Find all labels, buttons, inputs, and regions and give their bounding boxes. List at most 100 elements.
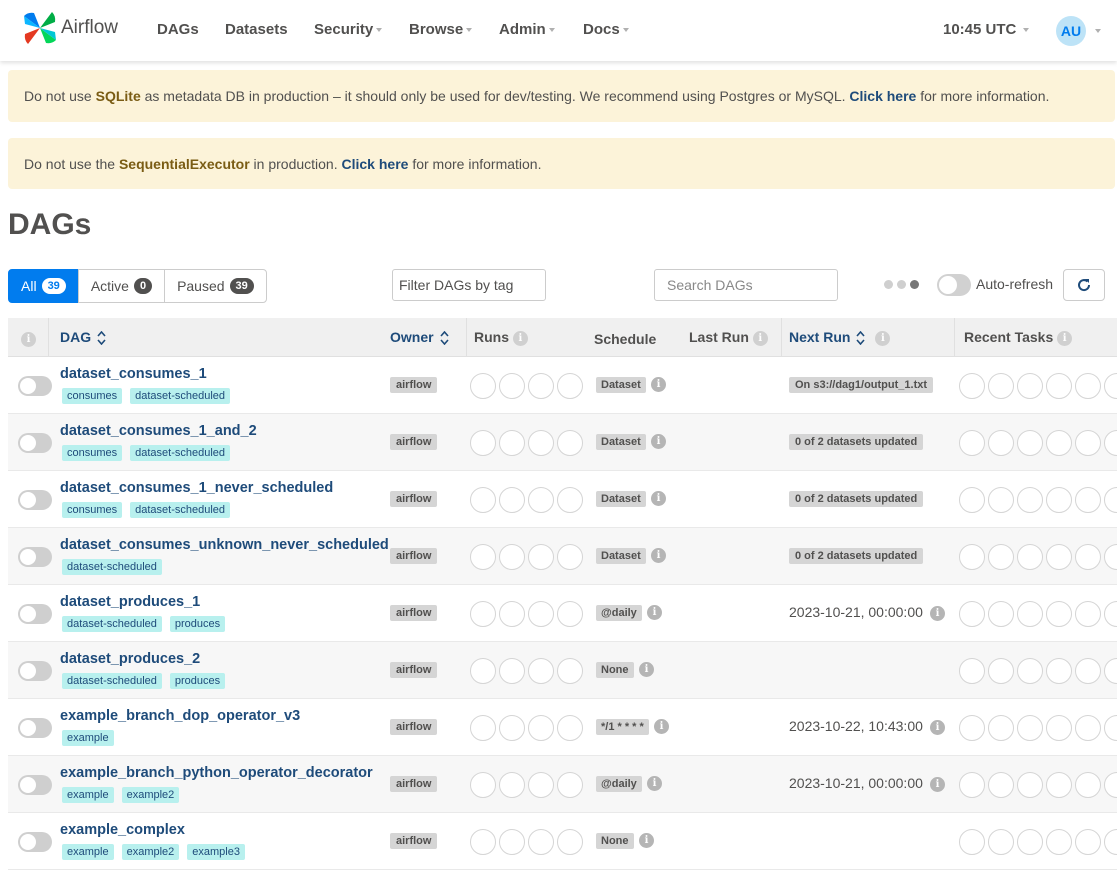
task-status-circle[interactable]	[1046, 487, 1072, 513]
run-status-circle[interactable]	[557, 487, 583, 513]
info-icon[interactable]: i	[875, 330, 891, 346]
task-status-circle[interactable]	[1017, 487, 1043, 513]
dag-link[interactable]: example_branch_python_operator_decorator	[60, 765, 373, 781]
task-status-circle[interactable]	[959, 544, 985, 570]
dag-link[interactable]: dataset_produces_1	[60, 594, 200, 610]
task-status-circle[interactable]	[988, 829, 1014, 855]
dag-tag[interactable]: consumes	[62, 388, 123, 404]
task-status-circle[interactable]	[1075, 373, 1101, 399]
task-status-circle[interactable]	[1075, 772, 1101, 798]
run-status-circle[interactable]	[499, 772, 525, 798]
run-status-circle[interactable]	[557, 430, 583, 456]
task-status-circle[interactable]	[988, 430, 1014, 456]
task-status-circle[interactable]	[1104, 487, 1117, 513]
schedule-badge[interactable]: Dataset	[596, 491, 646, 507]
header-next-run[interactable]: Next Run i	[789, 329, 891, 346]
dag-tag[interactable]: dataset-scheduled	[130, 388, 231, 404]
dag-link[interactable]: dataset_consumes_unknown_never_scheduled	[60, 537, 389, 553]
run-status-circle[interactable]	[470, 601, 496, 627]
task-status-circle[interactable]	[1104, 430, 1117, 456]
schedule-badge[interactable]: Dataset	[596, 548, 646, 564]
owner-badge[interactable]: airflow	[390, 662, 438, 678]
dag-tag[interactable]: consumes	[62, 502, 123, 518]
owner-badge[interactable]: airflow	[390, 605, 438, 621]
nav-docs[interactable]: Docs	[583, 21, 629, 38]
run-status-circle[interactable]	[557, 544, 583, 570]
task-status-circle[interactable]	[988, 772, 1014, 798]
owner-badge[interactable]: airflow	[390, 377, 438, 393]
dag-tag[interactable]: produces	[169, 673, 226, 689]
info-icon[interactable]: i	[930, 720, 945, 735]
dag-pause-toggle[interactable]	[18, 547, 52, 567]
dag-link[interactable]: dataset_consumes_1_never_scheduled	[60, 480, 333, 496]
task-status-circle[interactable]	[1104, 601, 1117, 627]
info-icon[interactable]: i	[512, 330, 528, 346]
info-icon[interactable]: i	[647, 776, 662, 791]
info-icon[interactable]: i	[930, 777, 945, 792]
dag-tag[interactable]: example3	[187, 844, 245, 860]
task-status-circle[interactable]	[1017, 544, 1043, 570]
dag-link[interactable]: example_branch_dop_operator_v3	[60, 708, 300, 724]
task-status-circle[interactable]	[1104, 373, 1117, 399]
run-status-circle[interactable]	[528, 829, 554, 855]
task-status-circle[interactable]	[1104, 715, 1117, 741]
owner-badge[interactable]: airflow	[390, 548, 438, 564]
dag-tag[interactable]: example	[62, 787, 114, 803]
run-status-circle[interactable]	[528, 601, 554, 627]
next-run-badge[interactable]: 0 of 2 datasets updated	[789, 548, 924, 564]
task-status-circle[interactable]	[988, 373, 1014, 399]
task-status-circle[interactable]	[1017, 373, 1043, 399]
owner-badge[interactable]: airflow	[390, 719, 438, 735]
search-dags-input[interactable]	[654, 269, 838, 301]
filter-all-tab[interactable]: All 39	[8, 269, 79, 303]
info-icon[interactable]: i	[639, 833, 654, 848]
task-status-circle[interactable]	[1017, 715, 1043, 741]
run-status-circle[interactable]	[499, 373, 525, 399]
task-status-circle[interactable]	[959, 829, 985, 855]
task-status-circle[interactable]	[1104, 544, 1117, 570]
run-status-circle[interactable]	[470, 658, 496, 684]
dag-pause-toggle[interactable]	[18, 775, 52, 795]
task-status-circle[interactable]	[1075, 601, 1101, 627]
nav-browse[interactable]: Browse	[409, 21, 473, 38]
nav-admin[interactable]: Admin	[499, 21, 555, 38]
auto-refresh-toggle[interactable]	[937, 274, 971, 296]
run-status-circle[interactable]	[499, 658, 525, 684]
run-status-circle[interactable]	[470, 430, 496, 456]
next-run-badge[interactable]: On s3://dag1/output_1.txt	[789, 377, 934, 393]
run-status-circle[interactable]	[528, 373, 554, 399]
schedule-badge[interactable]: Dataset	[596, 377, 646, 393]
task-status-circle[interactable]	[1017, 772, 1043, 798]
task-status-circle[interactable]	[959, 487, 985, 513]
dag-tag[interactable]: dataset-scheduled	[130, 502, 231, 518]
timezone-clock[interactable]: 10:45 UTC	[943, 21, 1030, 38]
run-status-circle[interactable]	[528, 658, 554, 684]
run-status-circle[interactable]	[499, 544, 525, 570]
dag-tag[interactable]: dataset-scheduled	[62, 673, 162, 689]
info-icon[interactable]: i	[651, 434, 666, 449]
dag-tag[interactable]: example	[62, 730, 114, 746]
task-status-circle[interactable]	[1017, 829, 1043, 855]
info-icon[interactable]: i	[752, 330, 768, 346]
task-status-circle[interactable]	[1046, 772, 1072, 798]
run-status-circle[interactable]	[528, 544, 554, 570]
dag-pause-toggle[interactable]	[18, 832, 52, 852]
run-status-circle[interactable]	[557, 715, 583, 741]
task-status-circle[interactable]	[1046, 601, 1072, 627]
task-status-circle[interactable]	[959, 373, 985, 399]
run-status-circle[interactable]	[499, 829, 525, 855]
info-icon[interactable]: i	[651, 548, 666, 563]
run-status-circle[interactable]	[499, 715, 525, 741]
run-status-circle[interactable]	[470, 715, 496, 741]
info-icon[interactable]: i	[651, 377, 666, 392]
info-icon[interactable]: i	[1057, 330, 1073, 346]
schedule-badge[interactable]: @daily	[596, 776, 642, 792]
run-status-circle[interactable]	[528, 772, 554, 798]
task-status-circle[interactable]	[1046, 829, 1072, 855]
dag-tag[interactable]: example2	[121, 787, 180, 803]
dag-pause-toggle[interactable]	[18, 433, 52, 453]
run-status-circle[interactable]	[557, 601, 583, 627]
task-status-circle[interactable]	[1017, 430, 1043, 456]
dag-tag[interactable]: dataset-scheduled	[62, 559, 162, 575]
dag-tag[interactable]: dataset-scheduled	[130, 445, 231, 461]
